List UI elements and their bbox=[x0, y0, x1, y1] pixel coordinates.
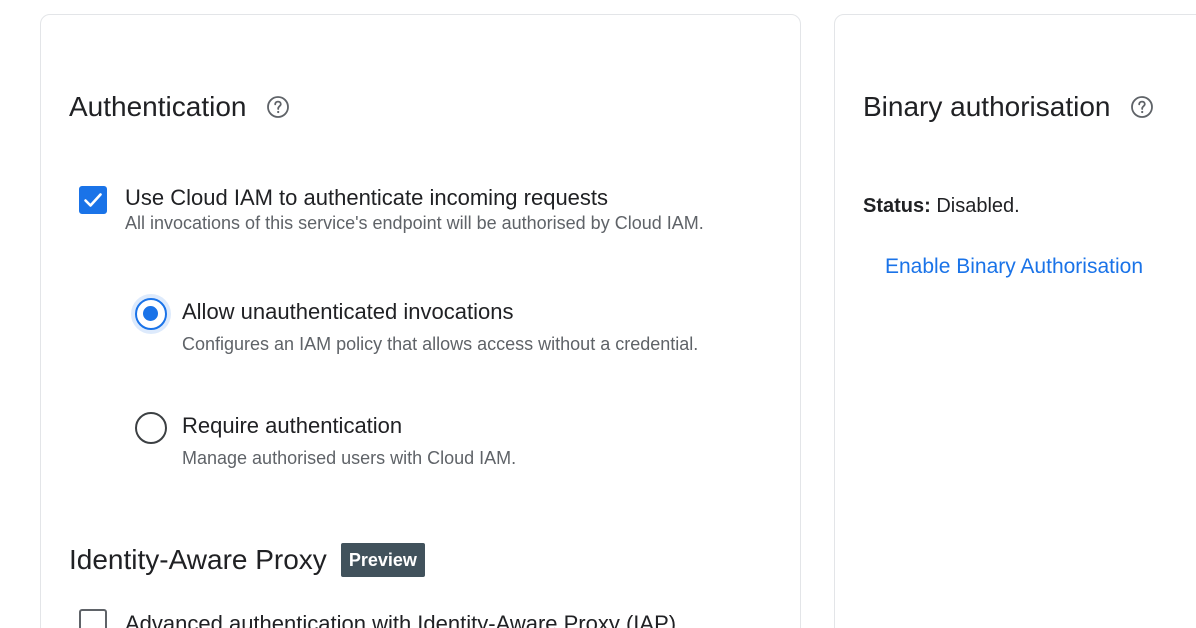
authentication-section-title: Authentication bbox=[69, 91, 290, 123]
binary-authorisation-status: Status: Disabled. bbox=[863, 195, 1020, 218]
require-authentication-description: Manage authorised users with Cloud IAM. bbox=[182, 448, 517, 468]
preview-badge: Preview bbox=[340, 543, 425, 577]
cloud-iam-description: All invocations of this service's endpoi… bbox=[125, 213, 704, 233]
allow-unauthenticated-label: Allow unauthenticated invocations bbox=[182, 299, 514, 324]
iap-checkbox[interactable] bbox=[79, 609, 107, 628]
authentication-title: Authentication bbox=[69, 91, 247, 122]
cloud-iam-label: Use Cloud IAM to authenticate incoming r… bbox=[125, 185, 609, 210]
require-authentication-radio[interactable] bbox=[135, 412, 167, 444]
binary-authorisation-title: Binary authorisation bbox=[863, 91, 1111, 122]
binary-authorisation-section-title: Binary authorisation bbox=[863, 91, 1154, 123]
status-value: Disabled. bbox=[936, 195, 1020, 217]
allow-unauthenticated-description: Configures an IAM policy that allows acc… bbox=[182, 334, 699, 354]
authentication-card: Authentication Use Cloud IAM to authenti… bbox=[40, 14, 801, 628]
help-circle-icon[interactable] bbox=[1130, 95, 1154, 119]
page: Authentication Use Cloud IAM to authenti… bbox=[0, 0, 1196, 628]
help-circle-icon[interactable] bbox=[266, 95, 290, 119]
allow-unauthenticated-radio[interactable] bbox=[135, 298, 167, 330]
iap-checkbox-label: Advanced authentication with Identity-Aw… bbox=[125, 611, 677, 628]
enable-binary-authorisation-link[interactable]: Enable Binary Authorisation bbox=[885, 255, 1143, 279]
status-label: Status: bbox=[863, 195, 931, 217]
cloud-iam-checkbox[interactable] bbox=[79, 186, 107, 214]
checkmark-icon bbox=[84, 193, 102, 207]
binary-authorisation-card: Binary authorisation Status: Disabled. E… bbox=[834, 14, 1196, 628]
iap-title: Identity-Aware Proxy bbox=[69, 544, 327, 575]
require-authentication-label: Require authentication bbox=[182, 413, 403, 438]
iap-section-title: Identity-Aware Proxy Preview bbox=[69, 543, 425, 577]
